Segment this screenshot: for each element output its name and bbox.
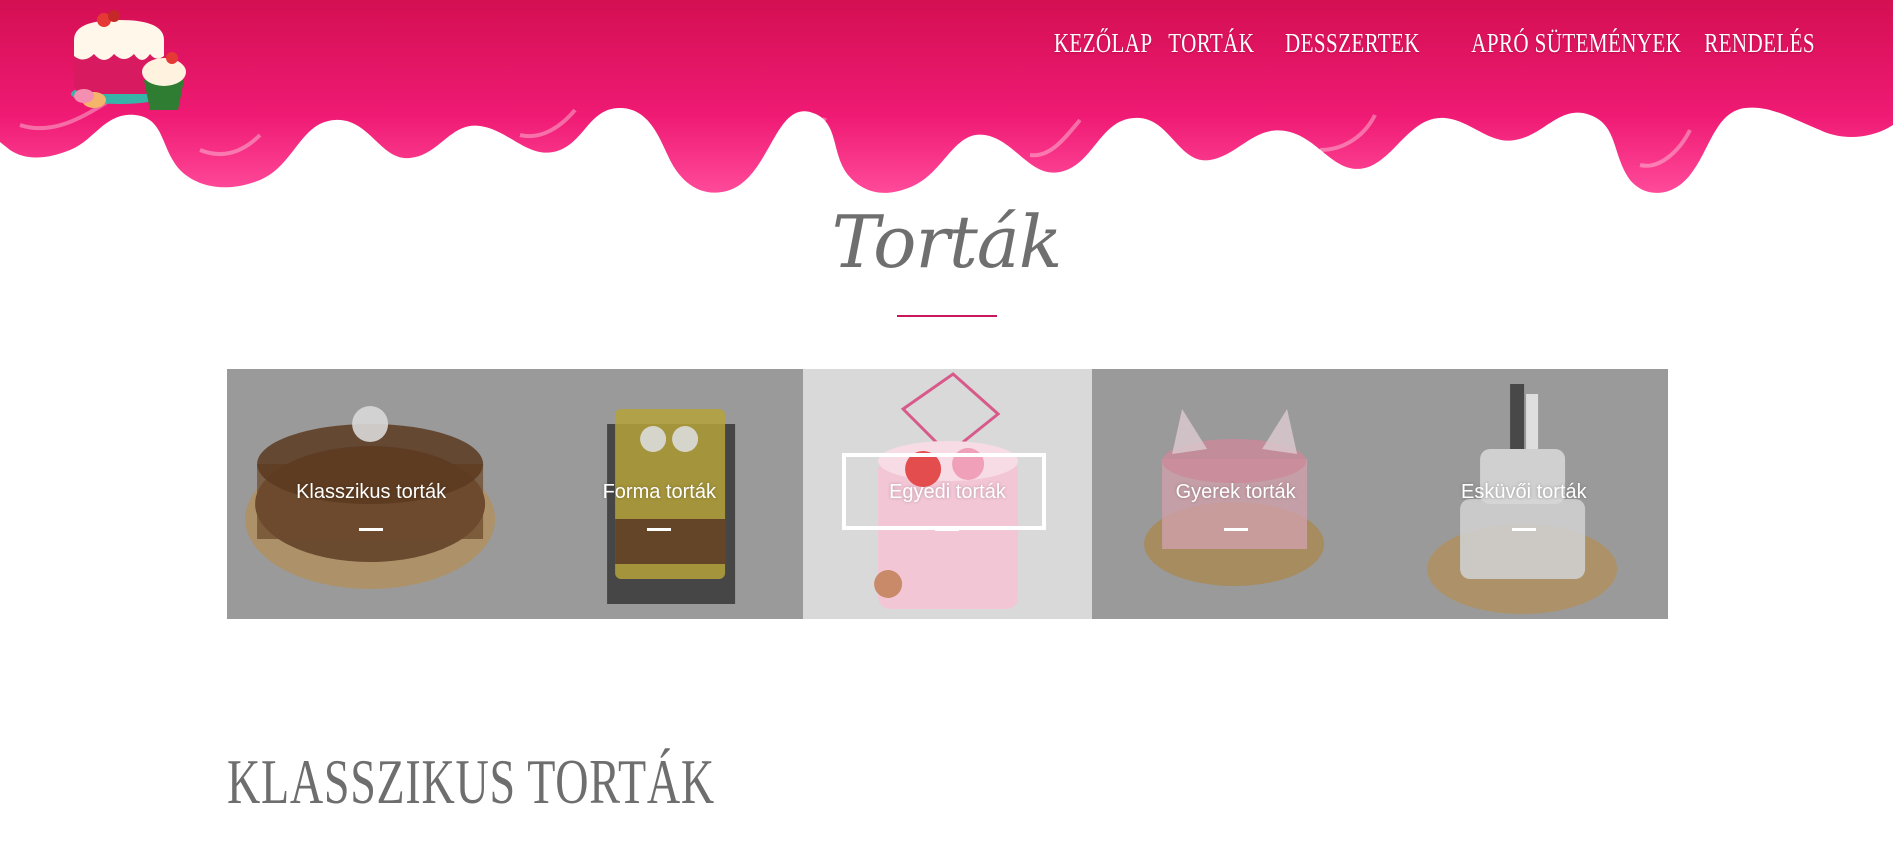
category-dash (935, 528, 960, 531)
main-nav: KEZŐLAP TORTÁK DESSZERTEK APRÓ SÜTEMÉNYE… (1034, 28, 1815, 59)
category-label: Forma torták (602, 481, 716, 503)
page-title: Torták (831, 200, 1063, 284)
category-tile-kids[interactable]: Gyerek torták (1091, 369, 1380, 619)
category-tile-classic[interactable]: Klasszikus torták (227, 369, 516, 619)
category-label: Gyerek torták (1175, 481, 1296, 503)
cake-logo-icon[interactable] (64, 10, 194, 115)
nav-small-pastries[interactable]: APRÓ SÜTEMÉNYEK (1471, 28, 1681, 59)
nav-desserts[interactable]: DESSZERTEK (1285, 28, 1420, 59)
nav-order[interactable]: RENDELÉS (1704, 28, 1815, 59)
category-tile-shaped[interactable]: Forma torták (515, 369, 804, 619)
category-tile-wedding[interactable]: Esküvői torták (1379, 369, 1668, 619)
category-label: Egyedi torták (889, 481, 1006, 503)
category-dash (1223, 528, 1248, 531)
category-dash (1511, 528, 1536, 531)
nav-home[interactable]: KEZŐLAP (1054, 28, 1153, 59)
title-divider (897, 315, 997, 317)
category-label: Esküvői torták (1461, 481, 1587, 503)
category-gallery: Klasszikus torták Forma torták Egyedi to… (227, 369, 1668, 619)
category-tile-custom[interactable]: Egyedi torták (803, 369, 1092, 619)
category-label: Klasszikus torták (296, 481, 447, 503)
section-title: Klasszikus torták (227, 746, 715, 817)
nav-cakes[interactable]: TORTÁK (1169, 28, 1255, 59)
category-dash (359, 528, 384, 531)
category-dash (647, 528, 672, 531)
